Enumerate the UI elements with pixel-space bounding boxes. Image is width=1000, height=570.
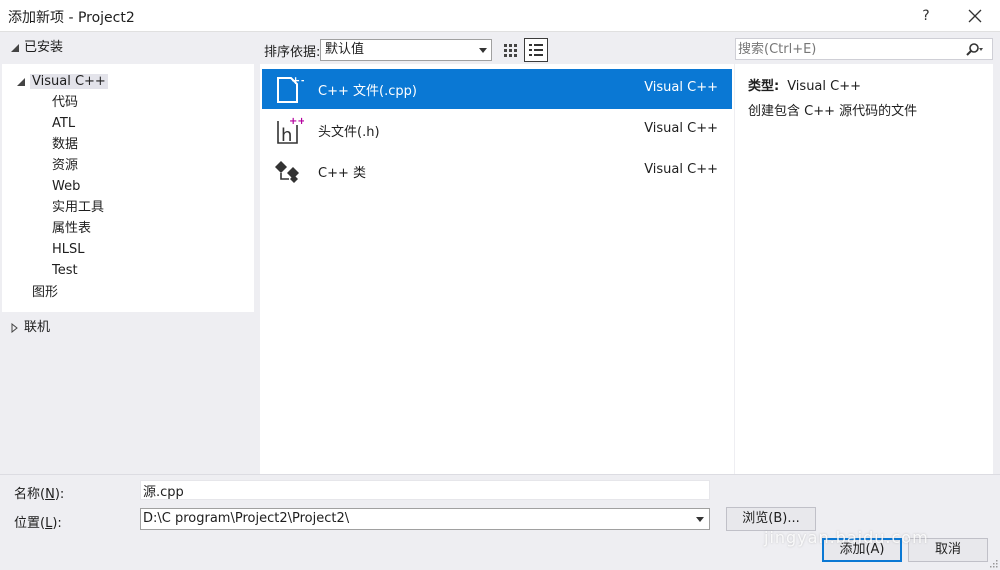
template-list: ++ C++ 文件(.cpp) Visual C++ h ++ 头文件(.h) … bbox=[260, 64, 734, 474]
name-input[interactable] bbox=[140, 480, 710, 500]
help-button[interactable]: ? bbox=[912, 4, 940, 28]
svg-text:++: ++ bbox=[289, 116, 304, 127]
sort-value: 默认值 bbox=[325, 42, 365, 57]
template-name: C++ 文件(.cpp) bbox=[318, 84, 417, 99]
tree-item-utility[interactable]: 实用工具 bbox=[52, 198, 104, 218]
tree-item-data[interactable]: 数据 bbox=[52, 135, 78, 155]
sort-dropdown[interactable]: 默认值 bbox=[320, 39, 492, 61]
list-view-icon bbox=[529, 44, 543, 56]
title-bar: 添加新项 - Project2 ? bbox=[0, 0, 1000, 32]
tree-item-test[interactable]: Test bbox=[52, 261, 78, 281]
expanded-arrow-icon bbox=[11, 44, 19, 52]
chevron-down-icon bbox=[696, 517, 704, 522]
tree-item-label: Visual C++ bbox=[30, 74, 108, 89]
header-file-icon: h ++ bbox=[277, 116, 304, 146]
search-button[interactable] bbox=[964, 41, 984, 59]
resize-grip-icon[interactable] bbox=[988, 558, 998, 568]
tree-item-visual-cpp[interactable]: Visual C++ bbox=[30, 72, 108, 92]
watermark: jingyan.baidu.com bbox=[764, 528, 929, 547]
search-box[interactable] bbox=[735, 38, 993, 60]
detail-type-label: 类型: bbox=[748, 79, 780, 94]
svg-text:++: ++ bbox=[291, 74, 304, 87]
expanded-arrow-icon bbox=[17, 78, 25, 86]
tree-item-atl[interactable]: ATL bbox=[52, 114, 75, 134]
template-name: C++ 类 bbox=[318, 166, 366, 181]
list-view-button[interactable] bbox=[524, 38, 548, 62]
detail-description: 创建包含 C++ 源代码的文件 bbox=[748, 104, 918, 119]
tree-online[interactable]: 联机 bbox=[2, 316, 254, 340]
cpp-file-icon: ++ bbox=[277, 74, 304, 103]
sort-label: 排序依据: bbox=[264, 45, 321, 60]
location-value: D:\C program\Project2\Project2\ bbox=[143, 511, 350, 526]
tree-item-graphics[interactable]: 图形 bbox=[32, 283, 58, 303]
location-dropdown[interactable]: D:\C program\Project2\Project2\ bbox=[140, 508, 710, 530]
template-language: Visual C++ bbox=[644, 162, 718, 177]
search-icon bbox=[966, 43, 983, 56]
collapsed-arrow-icon bbox=[11, 323, 18, 333]
grid-view-button[interactable] bbox=[498, 38, 522, 62]
chevron-down-icon bbox=[479, 48, 487, 53]
svg-text:h: h bbox=[281, 125, 292, 146]
template-item-cpp-class[interactable]: C++ 类 Visual C++ bbox=[262, 151, 732, 191]
close-button[interactable] bbox=[960, 4, 990, 28]
template-language: Visual C++ bbox=[644, 121, 718, 136]
detail-pane: 类型: Visual C++ 创建包含 C++ 源代码的文件 bbox=[735, 64, 993, 474]
cpp-class-icon bbox=[275, 161, 299, 183]
tree-item-code[interactable]: 代码 bbox=[52, 93, 78, 113]
tree-online-label: 联机 bbox=[24, 320, 51, 335]
tree-item-property-sheets[interactable]: 属性表 bbox=[52, 219, 91, 239]
template-item-cpp-file[interactable]: ++ C++ 文件(.cpp) Visual C++ bbox=[262, 69, 732, 109]
template-name: 头文件(.h) bbox=[318, 125, 380, 140]
name-label: 名称(N): bbox=[14, 487, 65, 502]
close-icon bbox=[968, 9, 982, 23]
tree-installed-label: 已安装 bbox=[24, 40, 64, 55]
window-title: 添加新项 - Project2 bbox=[8, 10, 135, 26]
location-label: 位置(L): bbox=[14, 516, 62, 531]
grid-view-icon bbox=[504, 44, 517, 57]
tree-installed[interactable]: 已安装 bbox=[2, 36, 256, 60]
detail-type-value: Visual C++ bbox=[787, 79, 862, 94]
template-tree: Visual C++ 代码 ATL 数据 资源 Web 实用工具 属性表 HLS… bbox=[2, 64, 254, 312]
template-language: Visual C++ bbox=[644, 80, 718, 95]
tree-item-web[interactable]: Web bbox=[52, 177, 80, 197]
tree-item-hlsl[interactable]: HLSL bbox=[52, 240, 85, 260]
tree-item-resource[interactable]: 资源 bbox=[52, 156, 78, 176]
template-item-header-file[interactable]: h ++ 头文件(.h) Visual C++ bbox=[262, 110, 732, 150]
detail-type: 类型: Visual C++ bbox=[748, 75, 861, 94]
search-input[interactable] bbox=[738, 40, 958, 58]
